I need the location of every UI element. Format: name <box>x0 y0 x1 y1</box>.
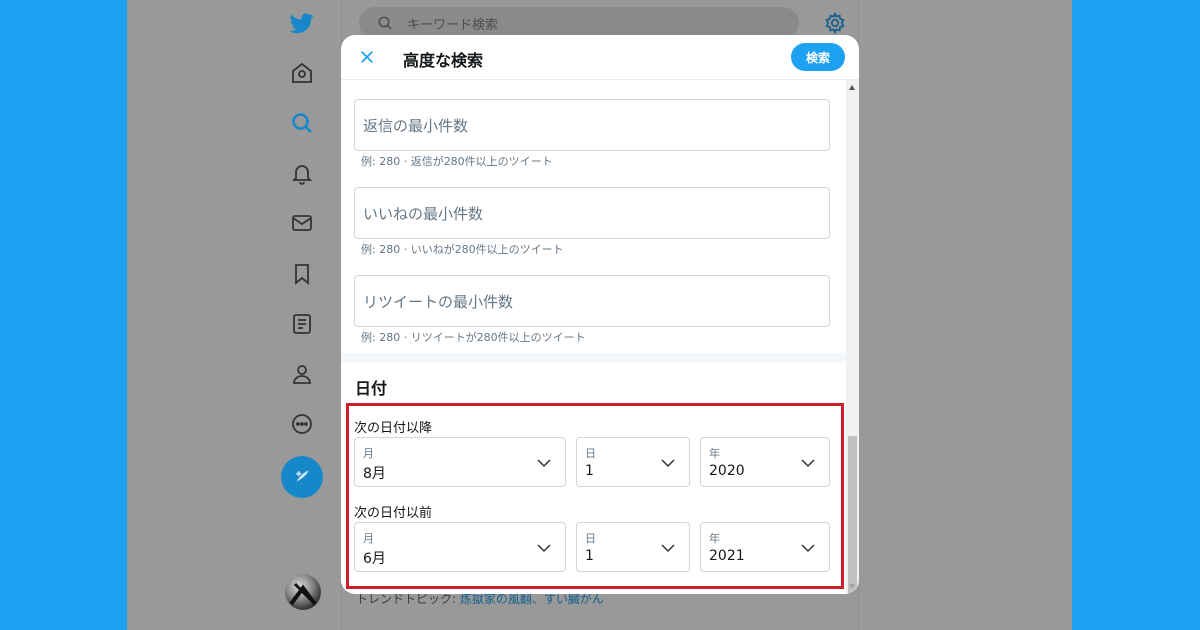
avatar[interactable] <box>285 574 321 610</box>
advanced-search-modal: 高度な検索 検索 返信の最小件数 例: 280 · 返信が280件以上のツイート… <box>341 35 859 594</box>
top-search-placeholder: キーワード検索 <box>407 17 499 33</box>
chevron-down-icon <box>661 459 675 468</box>
trend-prefix: トレンドトピック: <box>356 592 457 606</box>
min-retweets-input[interactable]: リツイートの最小件数 <box>354 275 830 327</box>
min-retweets-placeholder: リツイートの最小件数 <box>363 292 514 311</box>
since-year-select[interactable]: 年 2020 <box>700 437 830 487</box>
scroll-up-arrow-icon[interactable] <box>849 85 855 90</box>
until-day-label: 日 <box>585 532 596 545</box>
scroll-thumb[interactable] <box>848 436 857 594</box>
until-month-value: 6月 <box>363 551 386 567</box>
since-month-select[interactable]: 月 8月 <box>354 437 566 487</box>
since-day-select[interactable]: 日 1 <box>576 437 690 487</box>
profile-icon[interactable] <box>287 359 317 389</box>
home-icon[interactable] <box>287 58 317 88</box>
until-year-select[interactable]: 年 2021 <box>700 522 830 572</box>
until-year-label: 年 <box>709 532 720 545</box>
search-icon[interactable] <box>287 108 317 138</box>
scroll-down-arrow-icon[interactable] <box>849 584 855 589</box>
compose-icon <box>295 470 309 484</box>
until-date-label: 次の日付以前 <box>354 506 433 521</box>
twitter-bird-icon[interactable] <box>287 8 317 38</box>
chevron-down-icon <box>537 544 551 553</box>
sidebar-nav <box>127 0 341 630</box>
until-day-value: 1 <box>585 548 594 564</box>
until-month-select[interactable]: 月 6月 <box>354 522 566 572</box>
since-date-label: 次の日付以降 <box>354 421 433 436</box>
gear-icon[interactable] <box>824 12 846 34</box>
min-replies-input[interactable]: 返信の最小件数 <box>354 99 830 151</box>
modal-title: 高度な検索 <box>403 51 484 70</box>
min-likes-input[interactable]: いいねの最小件数 <box>354 187 830 239</box>
since-year-label: 年 <box>709 447 720 460</box>
since-day-value: 1 <box>585 463 594 479</box>
date-section-title: 日付 <box>355 379 388 398</box>
list-icon[interactable] <box>287 309 317 339</box>
close-button[interactable] <box>356 46 378 68</box>
min-likes-placeholder: いいねの最小件数 <box>363 204 484 223</box>
since-month-label: 月 <box>363 447 374 460</box>
search-icon <box>378 16 392 30</box>
compose-tweet-button[interactable] <box>281 456 323 498</box>
until-month-label: 月 <box>363 532 374 545</box>
modal-header: 高度な検索 検索 <box>341 35 859 80</box>
chevron-down-icon <box>537 459 551 468</box>
until-year-value: 2021 <box>709 548 745 564</box>
min-replies-placeholder: 返信の最小件数 <box>363 116 469 135</box>
bookmark-icon[interactable] <box>287 259 317 289</box>
modal-scrollbar[interactable] <box>846 80 859 594</box>
since-month-value: 8月 <box>363 466 386 482</box>
since-day-label: 日 <box>585 447 596 460</box>
search-button[interactable]: 検索 <box>791 43 845 71</box>
chevron-down-icon <box>661 544 675 553</box>
mail-icon[interactable] <box>287 208 317 238</box>
trend-link[interactable]: 炼獄家の風翻、すい臓がん <box>460 592 604 606</box>
chevron-down-icon <box>801 459 815 468</box>
min-replies-hint: 例: 280 · 返信が280件以上のツイート <box>361 155 553 168</box>
min-likes-hint: 例: 280 · いいねが280件以上のツイート <box>361 243 564 256</box>
section-divider <box>341 353 846 363</box>
more-icon[interactable] <box>287 409 317 439</box>
until-day-select[interactable]: 日 1 <box>576 522 690 572</box>
close-icon <box>361 51 373 63</box>
since-year-value: 2020 <box>709 463 745 479</box>
bell-icon[interactable] <box>287 158 317 188</box>
chevron-down-icon <box>801 544 815 553</box>
min-retweets-hint: 例: 280 · リツイートが280件以上のツイート <box>361 331 586 344</box>
